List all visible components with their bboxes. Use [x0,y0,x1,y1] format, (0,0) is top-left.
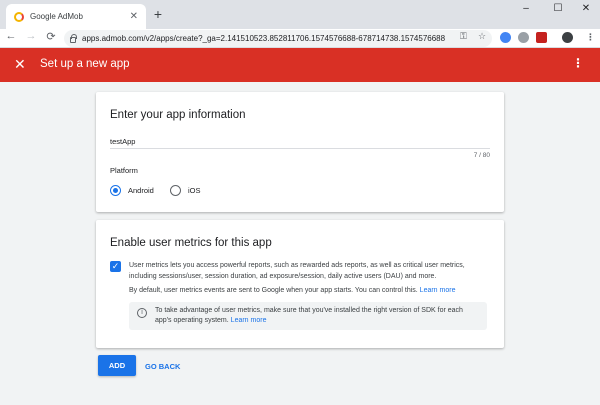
browser-toolbar: ← → ⟳ apps.admob.com/v2/apps/create?_ga=… [0,29,600,48]
admob-favicon-icon [14,11,24,22]
profile-avatar[interactable] [562,32,573,43]
go-back-button[interactable]: GO BACK [145,362,180,371]
sdk-learn-more-link[interactable]: Learn more [231,317,267,324]
reload-icon[interactable]: ⟳ [44,30,58,43]
address-bar[interactable]: apps.admob.com/v2/apps/create?_ga=2.1415… [64,30,492,47]
browser-tabstrip: Google AdMob ✕ + – ☐ ✕ [0,0,600,29]
app-info-heading: Enter your app information [110,109,246,121]
sdk-info-message: To take advantage of user metrics, make … [155,307,463,324]
ios-radio-label[interactable]: iOS [188,186,201,195]
app-name-underline [110,148,490,149]
user-metrics-checkbox[interactable]: ✓ [110,261,121,272]
more-options-icon[interactable]: ⋮ [572,56,584,70]
new-tab-button[interactable]: + [150,6,166,22]
extension-icon[interactable] [518,32,529,43]
extension-icon[interactable] [536,32,547,43]
key-icon[interactable]: ⚿ [460,31,467,42]
app-info-card: Enter your app information testApp 7 / 8… [96,92,504,212]
tab-close-icon[interactable]: ✕ [130,11,138,22]
platform-label: Platform [110,166,138,175]
page-content: Enter your app information testApp 7 / 8… [0,82,600,405]
url-text: apps.admob.com/v2/apps/create?_ga=2.1415… [82,34,446,43]
user-metrics-card: Enable user metrics for this app ✓ User … [96,220,504,348]
tab-title: Google AdMob [30,12,83,21]
minimize-button[interactable]: – [516,3,536,14]
close-icon[interactable]: ✕ [14,56,26,73]
back-icon[interactable]: ← [4,30,18,42]
browser-menu-icon[interactable]: ⋮ [586,32,595,43]
app-name-input[interactable]: testApp [110,137,135,146]
app-header: ✕ Set up a new app ⋮ [0,48,600,82]
sdk-info-text: To take advantage of user metrics, make … [155,306,477,326]
extension-icon[interactable] [500,32,511,43]
browser-tab[interactable]: Google AdMob ✕ [6,4,146,29]
learn-more-link[interactable]: Learn more [420,287,456,294]
add-button[interactable]: ADD [98,355,136,376]
maximize-button[interactable]: ☐ [548,3,568,14]
info-icon: i [137,308,147,318]
default-note-text: By default, user metrics events are sent… [129,287,418,294]
ios-radio[interactable] [170,185,181,196]
user-metrics-default-note: By default, user metrics events are sent… [129,286,491,297]
user-metrics-heading: Enable user metrics for this app [110,237,272,249]
android-radio[interactable] [110,185,121,196]
user-metrics-description: User metrics lets you access powerful re… [129,262,465,280]
forward-icon[interactable]: → [24,30,38,42]
bookmark-star-icon[interactable]: ☆ [478,31,486,42]
lock-icon [70,33,77,43]
char-counter: 7 / 80 [473,152,490,159]
sdk-info-box: i To take advantage of user metrics, mak… [129,302,487,330]
android-radio-label[interactable]: Android [128,186,154,195]
page-title: Set up a new app [40,58,130,70]
window-close-button[interactable]: ✕ [576,3,596,14]
